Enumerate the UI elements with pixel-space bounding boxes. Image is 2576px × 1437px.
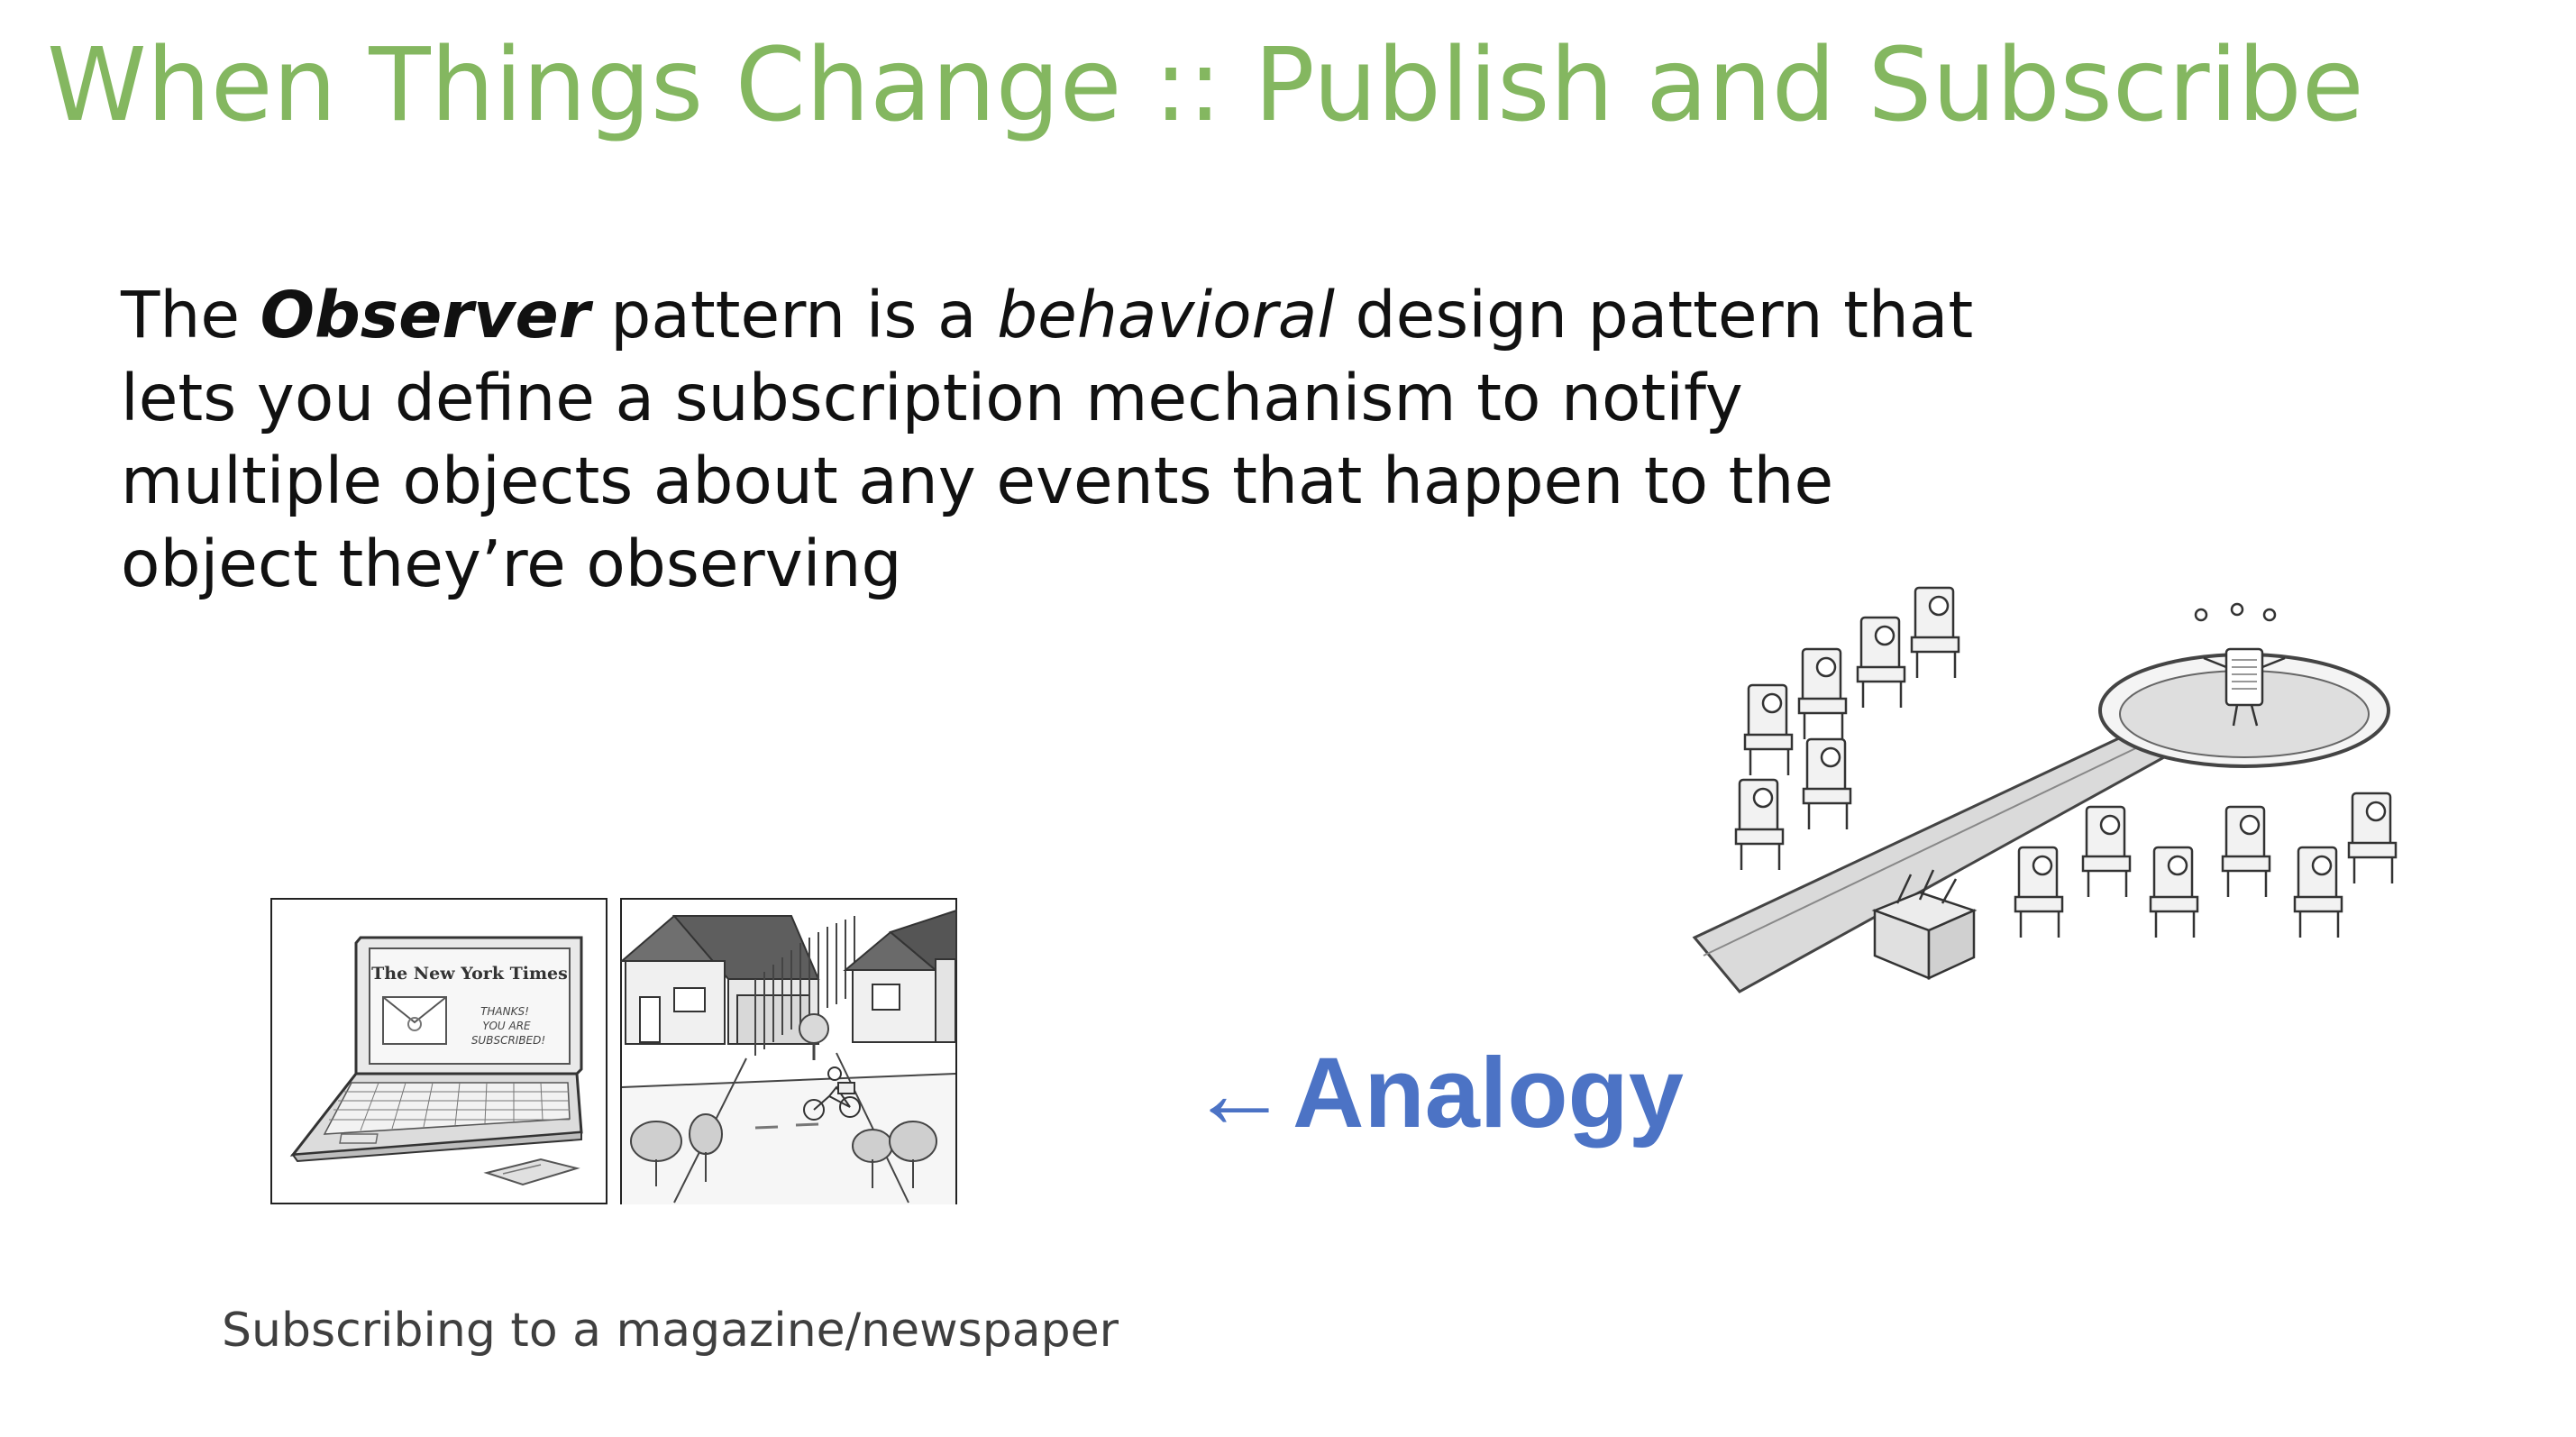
house-left: [620, 914, 820, 1045]
slide-body-text: The Observer pattern is a behavioral des…: [121, 274, 1973, 606]
body-line-1: The Observer pattern is a behavioral des…: [121, 274, 1973, 357]
slide-title: When Things Change :: Publish and Subscr…: [47, 27, 2364, 144]
left-arrow-icon: ←: [1190, 1038, 1289, 1149]
thanks-line-3: SUBSCRIBED!: [471, 1034, 545, 1047]
behavioral-term: behavioral: [997, 278, 1335, 352]
body-line-2: lets you define a subscription mechanism…: [121, 361, 1743, 435]
audience-group-upper: [1734, 586, 1960, 870]
body-line-1-mid: pattern is a: [589, 278, 998, 352]
audience-group-lower: [2014, 792, 2398, 938]
slide: When Things Change :: Publish and Subscr…: [0, 0, 2576, 1437]
masthead-text: The New York Times: [371, 964, 568, 984]
analogy-label: ←Analogy: [1190, 1044, 1684, 1143]
newspaper-delivery-illustration: [620, 898, 957, 1204]
envelope-icon: [382, 996, 447, 1045]
observer-term: Observer: [260, 278, 590, 352]
body-line-3: multiple objects about any events that h…: [121, 444, 1834, 518]
laptop-subscription-illustration: The New York Times THANKS! YOU ARE SUBSC…: [270, 898, 607, 1204]
body-line-4: object they’re observing: [121, 526, 902, 601]
thanks-line-1: THANKS!: [480, 1005, 529, 1018]
body-line-1-post: design pattern that: [1334, 278, 1974, 352]
thanks-line-2: YOU ARE: [482, 1020, 531, 1032]
audience-observer-illustration: [1692, 586, 2398, 993]
analogy-text: Analogy: [1293, 1038, 1684, 1149]
illustration-caption: Subscribing to a magazine/newspaper: [222, 1304, 1119, 1358]
body-line-1-pre: The: [121, 278, 260, 352]
